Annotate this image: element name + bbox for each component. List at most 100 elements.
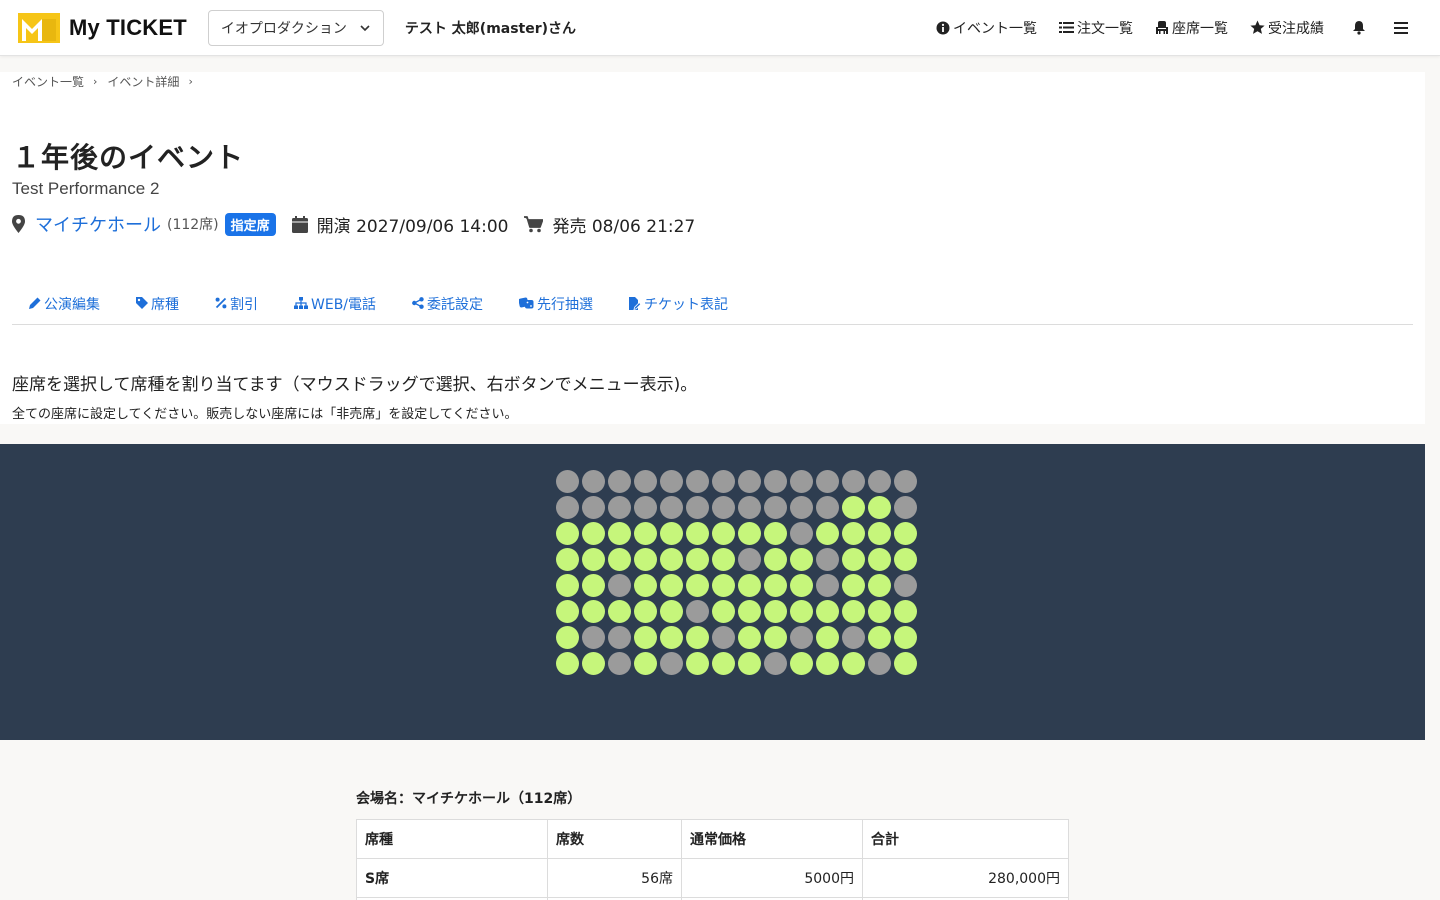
notifications-button[interactable] [1352,20,1366,35]
seat-unassigned[interactable] [842,470,865,493]
breadcrumb-item-events[interactable]: イベント一覧 [12,73,84,90]
seat-assigned[interactable] [660,574,683,597]
breadcrumb-item-event-detail[interactable]: イベント詳細 [107,73,179,90]
seat-unassigned[interactable] [738,470,761,493]
seat-assigned[interactable] [738,652,761,675]
nav-item-orders[interactable]: 注文一覧 [1059,18,1133,38]
seat-assigned[interactable] [894,548,917,571]
seat-assigned[interactable] [712,522,735,545]
seat-assigned[interactable] [634,652,657,675]
nav-item-sales-results[interactable]: 受注成績 [1250,18,1324,38]
seat-assigned[interactable] [868,574,891,597]
seat-assigned[interactable] [556,652,579,675]
seat-assigned[interactable] [738,600,761,623]
seat-unassigned[interactable] [556,470,579,493]
seat-assigned[interactable] [582,548,605,571]
seat-unassigned[interactable] [738,496,761,519]
seat-unassigned[interactable] [686,496,709,519]
seat-assigned[interactable] [738,522,761,545]
seat-unassigned[interactable] [894,470,917,493]
seat-assigned[interactable] [556,600,579,623]
seat-assigned[interactable] [868,496,891,519]
seat-assigned[interactable] [894,600,917,623]
seat-assigned[interactable] [712,574,735,597]
seat-assigned[interactable] [842,522,865,545]
seat-unassigned[interactable] [868,470,891,493]
seat-unassigned[interactable] [712,496,735,519]
seat-assigned[interactable] [894,626,917,649]
seat-unassigned[interactable] [660,470,683,493]
seat-assigned[interactable] [582,522,605,545]
seat-assigned[interactable] [608,522,631,545]
seat-unassigned[interactable] [842,626,865,649]
seat-assigned[interactable] [660,600,683,623]
seat-assigned[interactable] [790,574,813,597]
seat-unassigned[interactable] [582,470,605,493]
seat-assigned[interactable] [660,548,683,571]
seat-assigned[interactable] [712,600,735,623]
seat-assigned[interactable] [842,548,865,571]
seat-assigned[interactable] [868,548,891,571]
seat-unassigned[interactable] [894,496,917,519]
seat-assigned[interactable] [842,574,865,597]
seat-assigned[interactable] [738,574,761,597]
seat-unassigned[interactable] [764,470,787,493]
seat-assigned[interactable] [712,548,735,571]
seat-unassigned[interactable] [712,626,735,649]
seat-assigned[interactable] [790,548,813,571]
seat-assigned[interactable] [764,574,787,597]
seat-unassigned[interactable] [816,548,839,571]
seat-unassigned[interactable] [608,626,631,649]
seat-unassigned[interactable] [816,470,839,493]
seat-unassigned[interactable] [790,496,813,519]
venue-link[interactable]: マイチケホール [35,211,161,237]
seat-assigned[interactable] [816,626,839,649]
seat-assigned[interactable] [842,652,865,675]
seat-unassigned[interactable] [634,496,657,519]
seat-assigned[interactable] [764,600,787,623]
tab-performance-edit[interactable]: 公演編集 [29,294,100,324]
seat-map[interactable] [0,444,1425,740]
seat-unassigned[interactable] [816,496,839,519]
seat-assigned[interactable] [816,652,839,675]
seat-unassigned[interactable] [738,548,761,571]
seat-unassigned[interactable] [894,574,917,597]
seat-unassigned[interactable] [660,496,683,519]
seat-unassigned[interactable] [686,600,709,623]
nav-item-events[interactable]: イベント一覧 [936,18,1037,38]
seat-assigned[interactable] [686,574,709,597]
seat-assigned[interactable] [790,652,813,675]
seat-assigned[interactable] [582,652,605,675]
seat-assigned[interactable] [634,548,657,571]
menu-button[interactable] [1394,21,1408,34]
seat-assigned[interactable] [816,600,839,623]
seat-assigned[interactable] [556,574,579,597]
seat-assigned[interactable] [686,548,709,571]
seat-assigned[interactable] [556,522,579,545]
seat-unassigned[interactable] [608,470,631,493]
seat-assigned[interactable] [686,522,709,545]
seat-assigned[interactable] [582,574,605,597]
seat-unassigned[interactable] [608,652,631,675]
seat-assigned[interactable] [634,574,657,597]
seat-assigned[interactable] [660,522,683,545]
app-logo[interactable]: My TICKET [18,12,187,43]
seat-assigned[interactable] [894,652,917,675]
seat-unassigned[interactable] [816,574,839,597]
tab-advance-lottery[interactable]: 先行抽選 [519,294,593,324]
seat-assigned[interactable] [686,652,709,675]
seat-unassigned[interactable] [790,522,813,545]
tab-web-phone[interactable]: WEB/電話 [294,294,376,324]
seat-unassigned[interactable] [556,496,579,519]
tab-ticket-display[interactable]: チケット表記 [629,294,728,324]
seat-unassigned[interactable] [764,652,787,675]
seat-unassigned[interactable] [582,626,605,649]
seat-assigned[interactable] [660,626,683,649]
seat-assigned[interactable] [764,522,787,545]
seat-unassigned[interactable] [608,496,631,519]
seat-assigned[interactable] [686,626,709,649]
tab-seat-types[interactable]: 席種 [136,294,179,324]
seat-unassigned[interactable] [764,496,787,519]
nav-item-seats[interactable]: 座席一覧 [1155,18,1228,38]
seat-assigned[interactable] [634,522,657,545]
